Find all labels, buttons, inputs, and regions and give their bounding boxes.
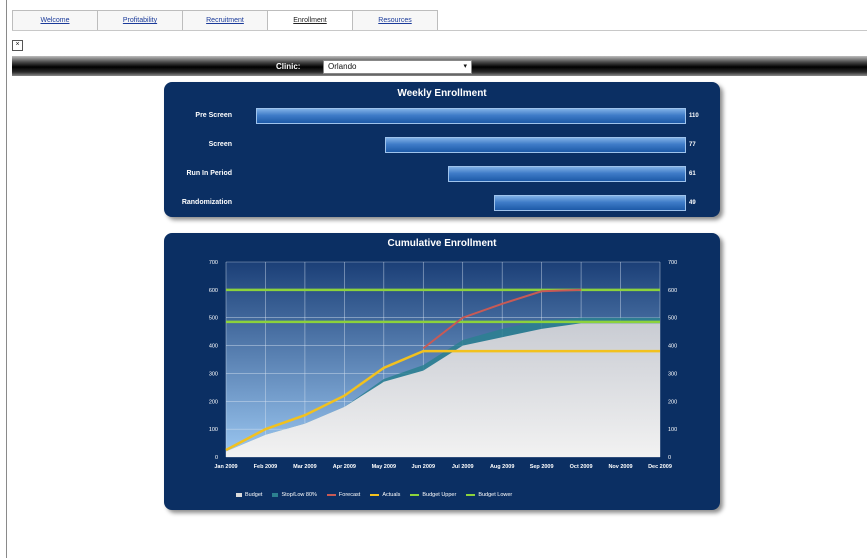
legend-label: Stop/Low 80% — [281, 492, 317, 498]
legend-item[interactable]: Budget — [236, 492, 262, 498]
bar[interactable] — [256, 108, 686, 124]
tab-underline — [12, 30, 867, 31]
cumulative-enrollment-panel: Cumulative Enrollment — [164, 233, 720, 510]
legend-swatch — [326, 494, 336, 496]
clinic-select-value: Orlando — [328, 62, 357, 71]
tab-welcome[interactable]: Welcome — [12, 10, 98, 30]
bar[interactable] — [385, 137, 686, 153]
bar[interactable] — [447, 166, 686, 182]
legend-label: Budget — [245, 492, 263, 498]
bar-label: Run In Period — [186, 170, 233, 177]
tab-resources[interactable]: Resources — [352, 10, 438, 30]
legend-label: Forecast — [338, 492, 361, 498]
clinic-select[interactable]: Orlando ▾ — [323, 60, 472, 74]
tab-profitability[interactable]: Profitability — [97, 10, 183, 30]
cumulative-legend: Budget Stop/Low 80% Forecast Actuals Budget … — [236, 492, 522, 498]
legend-item[interactable]: Forecast — [326, 492, 361, 498]
bar-label: Screen — [208, 141, 232, 148]
legend-item[interactable]: Actuals — [370, 492, 400, 498]
legend-item[interactable]: Stop/Low 80% — [272, 492, 317, 498]
cumulative-enrollment-title: Cumulative Enrollment — [387, 238, 497, 249]
legend-item[interactable]: Budget Lower — [466, 492, 512, 498]
clinic-label: Clinic: — [276, 62, 301, 71]
legend-label: Budget Upper — [422, 492, 457, 498]
bar-value-label: 49 — [689, 200, 696, 206]
weekly-enrollment-panel: Weekly Enrollment Pre Screen 110 Screen 77 R… — [164, 82, 720, 217]
legend-swatch — [236, 493, 242, 497]
tab-enrollment[interactable]: Enrollment — [267, 10, 353, 30]
bar-label: Pre Screen — [195, 112, 232, 119]
bar-value-label: 110 — [689, 113, 699, 119]
legend-label: Actuals — [382, 492, 401, 498]
legend-swatch — [370, 494, 380, 496]
weekly-enrollment-title: Weekly Enrollment — [397, 88, 487, 99]
legend-swatch — [272, 493, 279, 497]
close-icon[interactable]: × — [12, 40, 23, 51]
chevron-down-icon: ▾ — [463, 63, 467, 70]
legend-item[interactable]: Budget Upper — [410, 492, 456, 498]
bar[interactable] — [494, 195, 686, 211]
legend-swatch — [410, 494, 420, 496]
tab-bar: Welcome Profitability Recruitment Enroll… — [12, 10, 438, 30]
bar-value-label: 77 — [689, 142, 696, 148]
tab-recruitment[interactable]: Recruitment — [182, 10, 268, 30]
bar-value-label: 61 — [689, 171, 696, 177]
legend-swatch — [466, 494, 476, 496]
bar-label: Randomization — [181, 199, 232, 206]
legend-label: Budget Lower — [478, 492, 513, 498]
